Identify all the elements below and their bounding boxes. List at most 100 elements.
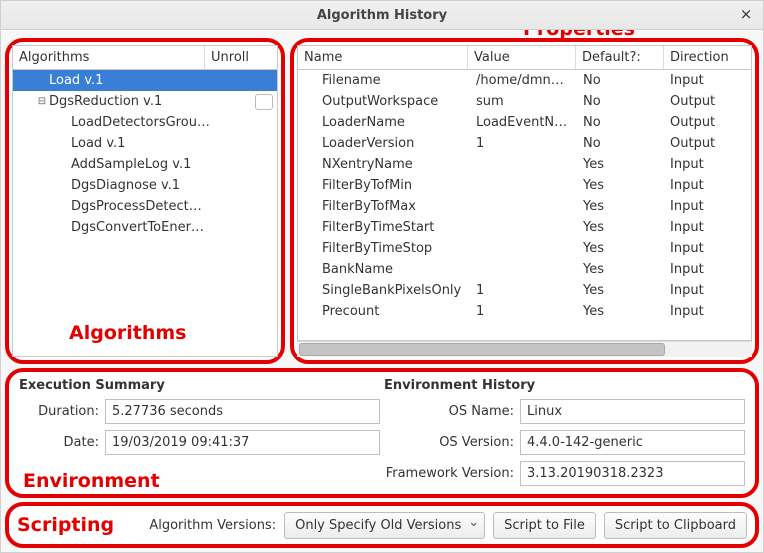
col-value[interactable]: Value [468, 46, 576, 69]
property-name: FilterByTimeStop [298, 241, 470, 256]
property-row[interactable]: Filename/home/dmn…NoInput [298, 70, 751, 91]
algorithm-versions-label: Algorithm Versions: [149, 518, 276, 533]
panel-label-properties: Properties [523, 30, 635, 40]
properties-body[interactable]: Filename/home/dmn…NoInputOutputWorkspace… [297, 70, 752, 341]
property-default: No [577, 136, 664, 151]
tree-row[interactable]: DgsProcessDetect… [13, 196, 277, 217]
tree-row[interactable]: ⊟DgsReduction v.1 [13, 91, 277, 112]
property-row[interactable]: FilterByTimeStop YesInput [298, 238, 751, 259]
col-default[interactable]: Default?: [576, 46, 664, 69]
tree-expander-icon[interactable]: ⊟ [35, 96, 49, 107]
tree-row[interactable]: AddSampleLog v.1 [13, 154, 277, 175]
tree-row[interactable]: LoadDetectorsGrou… [13, 112, 277, 133]
tree-row[interactable]: Load v.1 [13, 133, 277, 154]
os-name-value: Linux [520, 399, 745, 424]
property-name: OutputWorkspace [298, 94, 470, 109]
property-name: FilterByTimeStart [298, 220, 470, 235]
tree-item-label: DgsReduction v.1 [49, 94, 251, 109]
property-value: 1 [470, 283, 577, 298]
property-default: Yes [577, 178, 664, 193]
property-name: Filename [298, 73, 470, 88]
script-to-file-button[interactable]: Script to File [493, 512, 596, 539]
properties-table: Name Value Default?: Direction Filename/… [297, 45, 752, 357]
property-default: Yes [577, 241, 664, 256]
window: Algorithm History × Algorithms Unroll Lo… [0, 0, 764, 553]
property-row[interactable]: FilterByTofMaxYesInput [298, 196, 751, 217]
property-default: No [577, 73, 664, 88]
col-algorithms[interactable]: Algorithms [13, 46, 205, 69]
property-default: No [577, 115, 664, 130]
property-value: 1 [470, 304, 577, 319]
property-name: LoaderName [298, 115, 470, 130]
property-name: SingleBankPixelsOnly [298, 283, 470, 298]
property-row[interactable]: FilterByTimeStartYesInput [298, 217, 751, 238]
property-direction: Input [664, 73, 751, 88]
property-default: Yes [577, 199, 664, 214]
environment-history: Environment History OS Name: Linux OS Ve… [384, 378, 745, 492]
property-default: Yes [577, 283, 664, 298]
property-name: Precount [298, 304, 470, 319]
window-title: Algorithm History [1, 8, 763, 23]
property-direction: Input [664, 241, 751, 256]
algorithm-columns: Algorithms Unroll [12, 45, 278, 70]
tree-item-label: DgsProcessDetect… [71, 199, 273, 214]
property-name: FilterByTofMin [298, 178, 470, 193]
property-direction: Output [664, 94, 751, 109]
property-row[interactable]: BankName YesInput [298, 259, 751, 280]
tree-item-label: DgsDiagnose v.1 [71, 178, 273, 193]
property-value: /home/dmn… [470, 73, 577, 88]
scrollbar-thumb[interactable] [299, 343, 665, 356]
property-row[interactable]: FilterByTofMin YesInput [298, 175, 751, 196]
property-value: LoadEventN… [470, 115, 577, 130]
env-grid: Execution Summary Duration: 5.27736 seco… [19, 378, 745, 492]
property-row[interactable]: OutputWorkspacesumNoOutput [298, 91, 751, 112]
framework-label: Framework Version: [384, 466, 520, 481]
horizontal-scrollbar[interactable] [297, 341, 752, 357]
property-row[interactable]: SingleBankPixelsOnly1YesInput [298, 280, 751, 301]
property-direction: Input [664, 283, 751, 298]
property-row[interactable]: LoaderVersion1NoOutput [298, 133, 751, 154]
property-name: NXentryName [298, 157, 470, 172]
tree-item-label: Load v.1 [49, 73, 273, 88]
col-unroll[interactable]: Unroll [205, 46, 277, 69]
tree-row[interactable]: DgsDiagnose v.1 [13, 175, 277, 196]
unroll-checkbox[interactable] [255, 94, 273, 110]
date-value: 19/03/2019 09:41:37 [105, 430, 380, 455]
top-panels: Algorithms Unroll Load v.1⊟DgsReduction … [5, 38, 759, 364]
properties-columns: Name Value Default?: Direction [297, 45, 752, 70]
col-direction[interactable]: Direction [664, 46, 751, 69]
property-row[interactable]: LoaderNameLoadEventN…NoOutput [298, 112, 751, 133]
properties-panel: Properties Name Value Default?: Directio… [290, 38, 759, 364]
environment-panel: Execution Summary Duration: 5.27736 seco… [5, 368, 759, 498]
property-direction: Output [664, 115, 751, 130]
close-icon[interactable]: × [737, 5, 755, 23]
execution-summary: Execution Summary Duration: 5.27736 seco… [19, 378, 380, 492]
panel-label-scripting: Scripting [17, 514, 124, 536]
col-name[interactable]: Name [298, 46, 468, 69]
property-value: 1 [470, 136, 577, 151]
algorithm-tree[interactable]: Load v.1⊟DgsReduction v.1LoadDetectorsGr… [12, 70, 278, 357]
property-default: Yes [577, 262, 664, 277]
framework-value: 3.13.20190318.2323 [520, 461, 745, 486]
script-to-clipboard-button[interactable]: Script to Clipboard [604, 512, 747, 539]
property-row[interactable]: NXentryNameYesInput [298, 154, 751, 175]
property-direction: Output [664, 136, 751, 151]
date-label: Date: [19, 435, 105, 450]
tree-row[interactable]: Load v.1 [13, 70, 277, 91]
property-direction: Input [664, 304, 751, 319]
tree-row[interactable]: DgsConvertToEner… [13, 217, 277, 238]
content: Algorithms Unroll Load v.1⊟DgsReduction … [1, 30, 763, 552]
duration-value: 5.27736 seconds [105, 399, 380, 424]
property-direction: Input [664, 178, 751, 193]
algorithm-versions-select[interactable]: Only Specify Old Versions [284, 512, 485, 539]
tree-item-label: DgsConvertToEner… [71, 220, 273, 235]
tree-item-label: LoadDetectorsGrou… [71, 115, 273, 130]
property-name: BankName [298, 262, 470, 277]
property-row[interactable]: Precount1YesInput [298, 301, 751, 322]
os-version-label: OS Version: [384, 435, 520, 450]
algorithms-panel: Algorithms Unroll Load v.1⊟DgsReduction … [5, 38, 285, 364]
property-direction: Input [664, 157, 751, 172]
property-direction: Input [664, 262, 751, 277]
property-value: sum [470, 94, 577, 109]
tree-item-label: Load v.1 [71, 136, 273, 151]
